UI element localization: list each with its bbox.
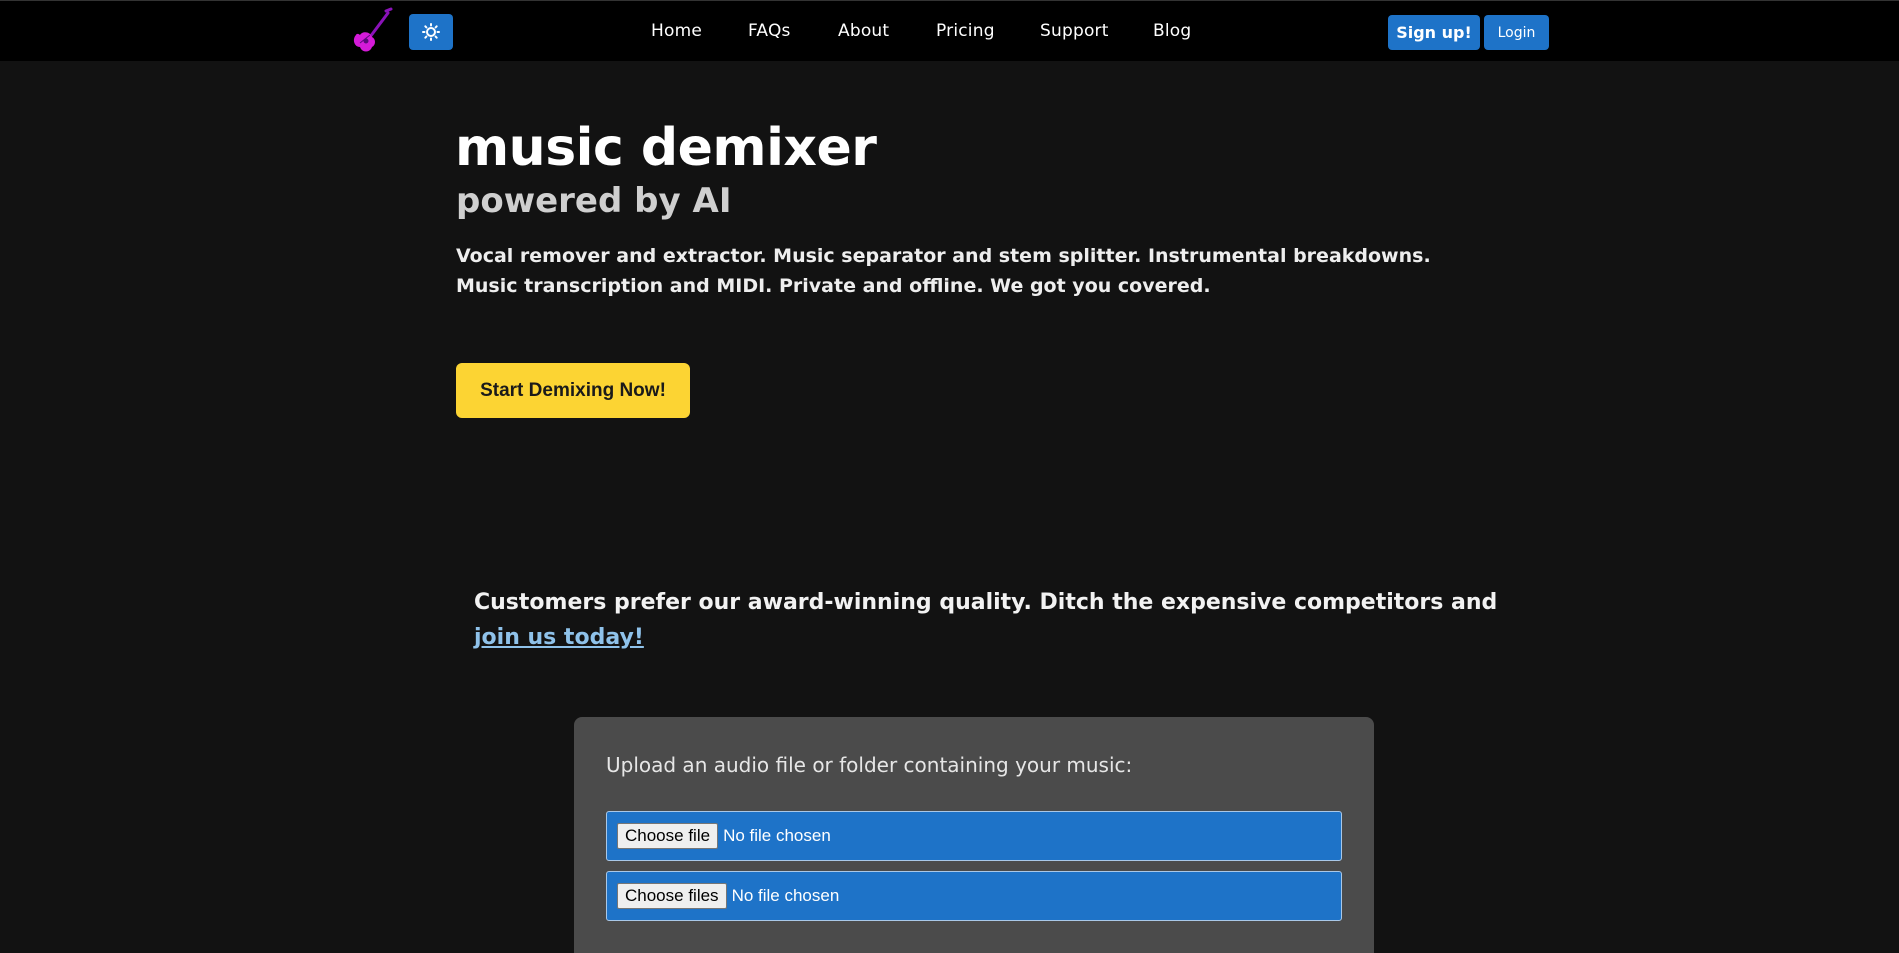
choose-file-button[interactable]: Choose file	[617, 823, 719, 849]
folder-input[interactable]: Choose files No file chosen	[606, 871, 1342, 921]
guitar-icon[interactable]	[350, 7, 394, 55]
file-status-text: No file chosen	[723, 826, 831, 845]
file-input[interactable]: Choose file No file chosen	[606, 811, 1342, 861]
login-button[interactable]: Login	[1484, 15, 1549, 50]
promo-text: Customers prefer our award-winning quali…	[474, 585, 1514, 655]
upload-panel: Upload an audio file or folder containin…	[574, 717, 1374, 953]
sun-icon	[422, 23, 440, 41]
theme-toggle-button[interactable]	[409, 14, 453, 50]
choose-files-button[interactable]: Choose files	[617, 883, 727, 909]
page-subtitle: powered by AI	[456, 181, 732, 221]
top-navbar: Home FAQs About Pricing Support Blog Sig…	[0, 0, 1899, 61]
signup-button[interactable]: Sign up!	[1388, 15, 1480, 50]
page-title: music demixer	[455, 118, 877, 178]
nav-link-support[interactable]: Support	[1040, 21, 1109, 41]
nav-link-home[interactable]: Home	[651, 21, 702, 41]
nav-links: Home FAQs About Pricing Support Blog	[0, 1, 1899, 62]
join-us-link[interactable]: join us today!	[474, 625, 644, 650]
nav-link-blog[interactable]: Blog	[1153, 21, 1191, 41]
nav-link-faqs[interactable]: FAQs	[748, 21, 791, 41]
files-status-text: No file chosen	[731, 886, 840, 905]
upload-label: Upload an audio file or folder containin…	[606, 753, 1133, 777]
nav-link-pricing[interactable]: Pricing	[936, 21, 995, 41]
start-demixing-button[interactable]: Start Demixing Now!	[456, 363, 690, 418]
nav-link-about[interactable]: About	[838, 21, 889, 41]
promo-statement: Customers prefer our award-winning quali…	[474, 590, 1498, 615]
hero-description: Vocal remover and extractor. Music separ…	[456, 245, 1431, 297]
